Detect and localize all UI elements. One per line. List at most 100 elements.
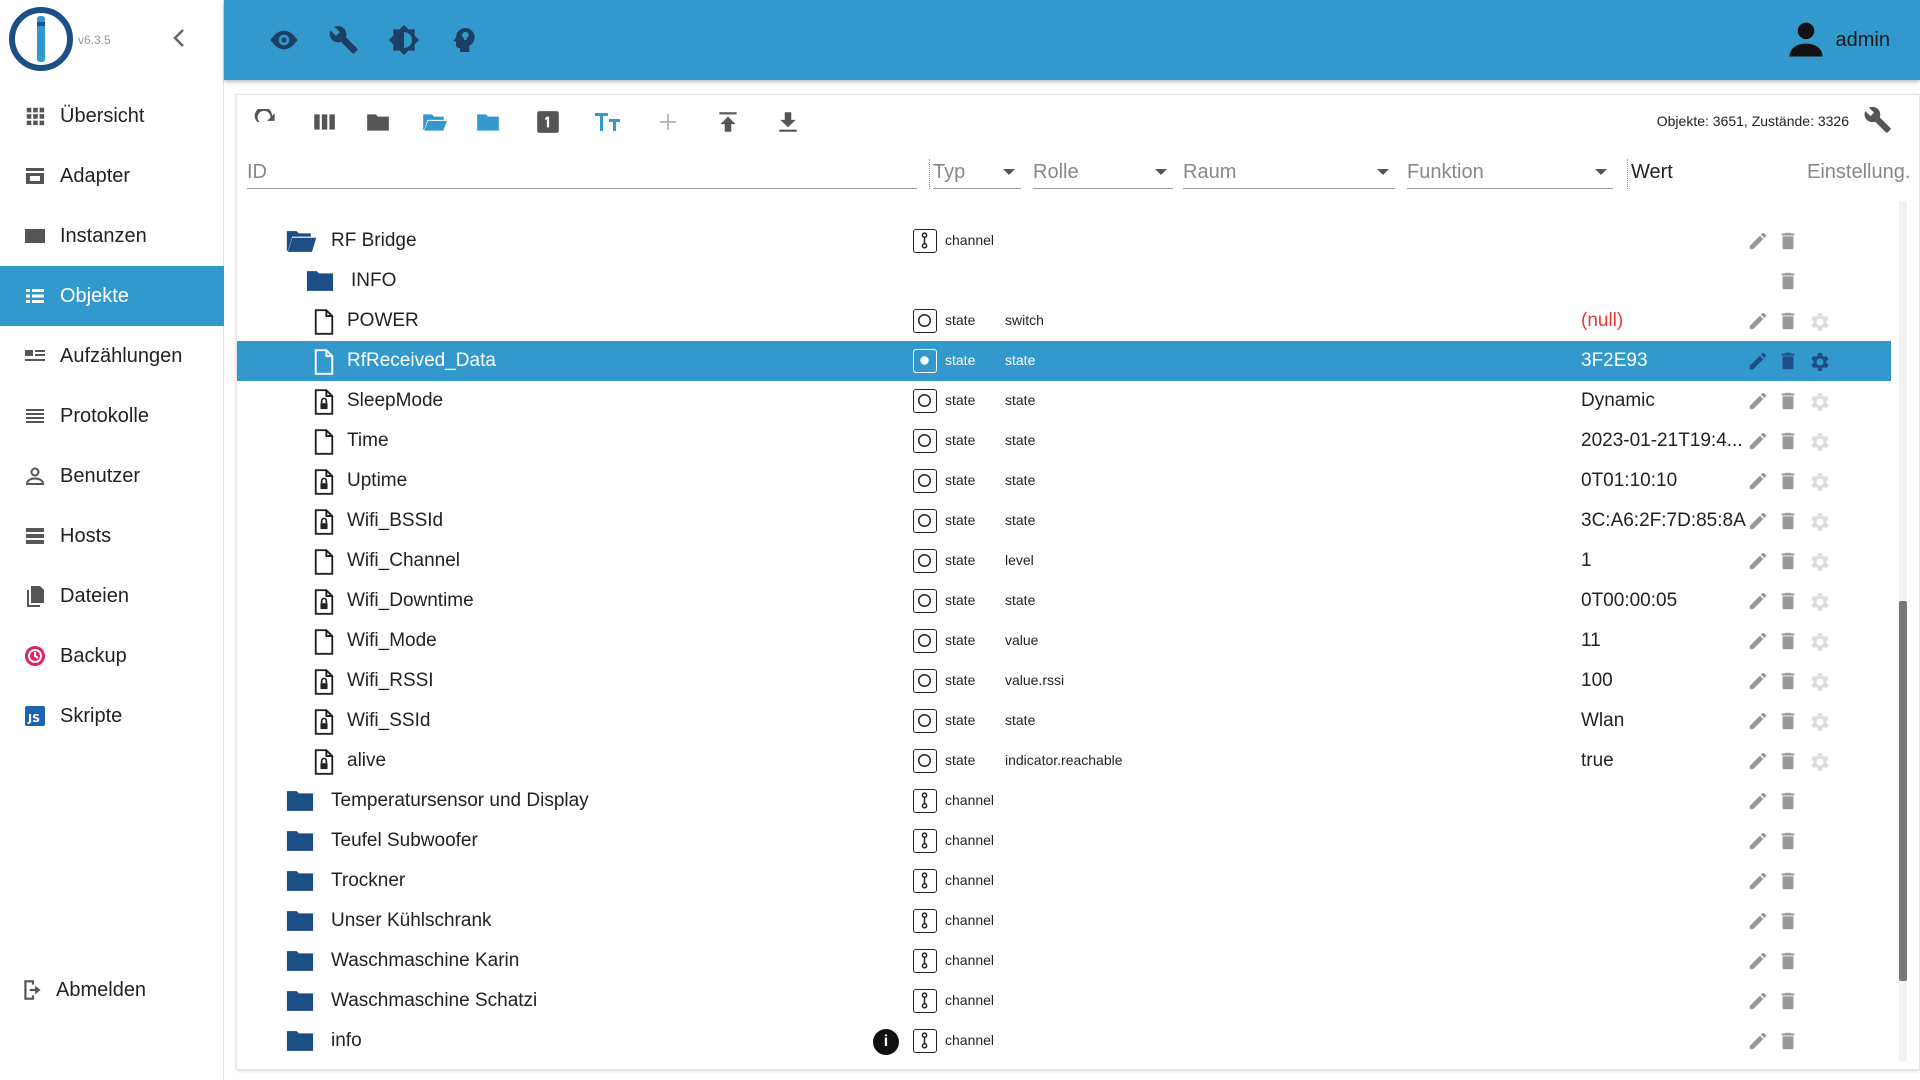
folder-open-icon[interactable]	[419, 107, 449, 137]
gear-icon[interactable]	[1807, 710, 1829, 732]
file-lock-icon[interactable]	[313, 589, 341, 615]
folder-icon[interactable]	[285, 829, 314, 853]
edit-icon[interactable]	[1747, 670, 1769, 692]
delete-icon[interactable]	[1777, 430, 1799, 452]
edit-icon[interactable]	[1747, 990, 1769, 1012]
add-icon[interactable]	[653, 107, 683, 137]
object-value[interactable]: true	[1581, 750, 1747, 772]
role-filter-select[interactable]: Rolle	[1033, 155, 1173, 189]
wrench-icon[interactable]	[328, 24, 360, 56]
tree-row[interactable]: SleepMode state state Dynamic	[237, 381, 1891, 421]
sidebar-item-adapter[interactable]: Adapter	[0, 146, 224, 206]
file-lock-icon[interactable]	[313, 669, 341, 695]
delete-icon[interactable]	[1777, 270, 1799, 292]
tree-row[interactable]: INFO	[237, 261, 1891, 301]
gear-icon[interactable]	[1807, 670, 1829, 692]
column-divider[interactable]	[929, 159, 930, 189]
gear-icon[interactable]	[1807, 630, 1829, 652]
scrollbar-thumb[interactable]	[1899, 601, 1907, 981]
edit-icon[interactable]	[1747, 590, 1769, 612]
column-divider[interactable]	[1627, 159, 1628, 189]
edit-icon[interactable]	[1747, 430, 1769, 452]
file-lock-icon[interactable]	[313, 469, 341, 495]
delete-icon[interactable]	[1777, 470, 1799, 492]
object-value[interactable]: 1	[1581, 550, 1747, 572]
tree-row[interactable]: Temperatursensor und Display channel	[237, 781, 1891, 821]
sidebar-item-backup[interactable]: Backup	[0, 626, 224, 686]
delete-icon[interactable]	[1777, 390, 1799, 412]
brightness-icon[interactable]	[388, 24, 420, 56]
file-lock-icon[interactable]	[313, 509, 341, 535]
tree-row[interactable]: alive state indicator.reachable true	[237, 741, 1891, 781]
object-value[interactable]: 3F2E93	[1581, 350, 1747, 372]
delete-icon[interactable]	[1777, 790, 1799, 812]
gear-icon[interactable]	[1807, 430, 1829, 452]
type-filter-select[interactable]: Typ	[933, 155, 1021, 189]
gear-icon[interactable]	[1807, 550, 1829, 572]
user-menu[interactable]: admin	[1784, 18, 1890, 62]
tree-row[interactable]: Waschmaschine Karin channel	[237, 941, 1891, 981]
edit-icon[interactable]	[1747, 310, 1769, 332]
delete-icon[interactable]	[1777, 870, 1799, 892]
gear-icon[interactable]	[1807, 750, 1829, 772]
file-icon[interactable]	[313, 429, 341, 455]
folder-icon[interactable]	[285, 909, 314, 933]
folder-icon[interactable]	[285, 989, 314, 1013]
delete-icon[interactable]	[1777, 590, 1799, 612]
gear-icon[interactable]	[1807, 310, 1829, 332]
gear-icon[interactable]	[1807, 590, 1829, 612]
file-icon[interactable]	[313, 629, 341, 655]
sidebar-item-objekte[interactable]: Objekte	[0, 266, 224, 326]
number-one-icon[interactable]	[533, 107, 563, 137]
folder-icon[interactable]	[285, 869, 314, 893]
id-filter-input[interactable]: ID	[247, 155, 917, 189]
delete-icon[interactable]	[1777, 550, 1799, 572]
object-value[interactable]: 0T01:10:10	[1581, 470, 1747, 492]
delete-icon[interactable]	[1777, 510, 1799, 532]
tree-row[interactable]: Time state state 2023-01-21T19:4...	[237, 421, 1891, 461]
tree-row[interactable]: Wifi_RSSI state value.rssi 100	[237, 661, 1891, 701]
edit-icon[interactable]	[1747, 830, 1769, 852]
refresh-icon[interactable]	[251, 107, 281, 137]
settings-wrench-icon[interactable]	[1863, 105, 1893, 140]
sidebar-item--bersicht[interactable]: Übersicht	[0, 86, 224, 146]
sidebar-item-skripte[interactable]: JS Skripte	[0, 686, 224, 746]
edit-icon[interactable]	[1747, 230, 1769, 252]
object-value[interactable]: 2023-01-21T19:4...	[1581, 430, 1747, 452]
tree-row[interactable]: Waschmaschine Schatzi channel	[237, 981, 1891, 1021]
object-value[interactable]: 11	[1581, 630, 1747, 652]
delete-icon[interactable]	[1777, 990, 1799, 1012]
gear-icon[interactable]	[1807, 390, 1829, 412]
expert-mode-icon[interactable]	[448, 24, 480, 56]
tree-row[interactable]: POWER state switch (null)	[237, 301, 1891, 341]
delete-icon[interactable]	[1777, 630, 1799, 652]
iobroker-logo[interactable]	[8, 6, 74, 72]
edit-icon[interactable]	[1747, 630, 1769, 652]
tree-row[interactable]: Wifi_Downtime state state 0T00:00:05	[237, 581, 1891, 621]
edit-icon[interactable]	[1747, 390, 1769, 412]
object-value[interactable]: 100	[1581, 670, 1747, 692]
tree-row[interactable]: Wifi_BSSId state state 3C:A6:2F:7D:85:8A	[237, 501, 1891, 541]
tree-row[interactable]: Wifi_Mode state value 11	[237, 621, 1891, 661]
edit-icon[interactable]	[1747, 870, 1769, 892]
info-icon[interactable]: i	[873, 1029, 899, 1055]
sidebar-item-benutzer[interactable]: Benutzer	[0, 446, 224, 506]
delete-icon[interactable]	[1777, 670, 1799, 692]
delete-icon[interactable]	[1777, 710, 1799, 732]
object-value[interactable]: 3C:A6:2F:7D:85:8A	[1581, 510, 1747, 532]
file-lock-icon[interactable]	[313, 749, 341, 775]
tree-row[interactable]: Uptime state state 0T01:10:10	[237, 461, 1891, 501]
folder-icon[interactable]	[305, 269, 334, 293]
download-icon[interactable]	[773, 107, 803, 137]
folder-icon[interactable]	[363, 107, 393, 137]
tree-row[interactable]: Unser Kühlschrank channel	[237, 901, 1891, 941]
tree-row[interactable]: RfReceived_Data state state 3F2E93	[237, 341, 1891, 381]
folder-open-icon[interactable]	[285, 229, 317, 253]
text-size-icon[interactable]	[593, 107, 623, 137]
sidebar-item-dateien[interactable]: Dateien	[0, 566, 224, 626]
edit-icon[interactable]	[1747, 950, 1769, 972]
edit-icon[interactable]	[1747, 550, 1769, 572]
sidebar-item-aufz-hlungen[interactable]: Aufzählungen	[0, 326, 224, 386]
file-icon[interactable]	[313, 549, 341, 575]
columns-icon[interactable]	[309, 107, 339, 137]
